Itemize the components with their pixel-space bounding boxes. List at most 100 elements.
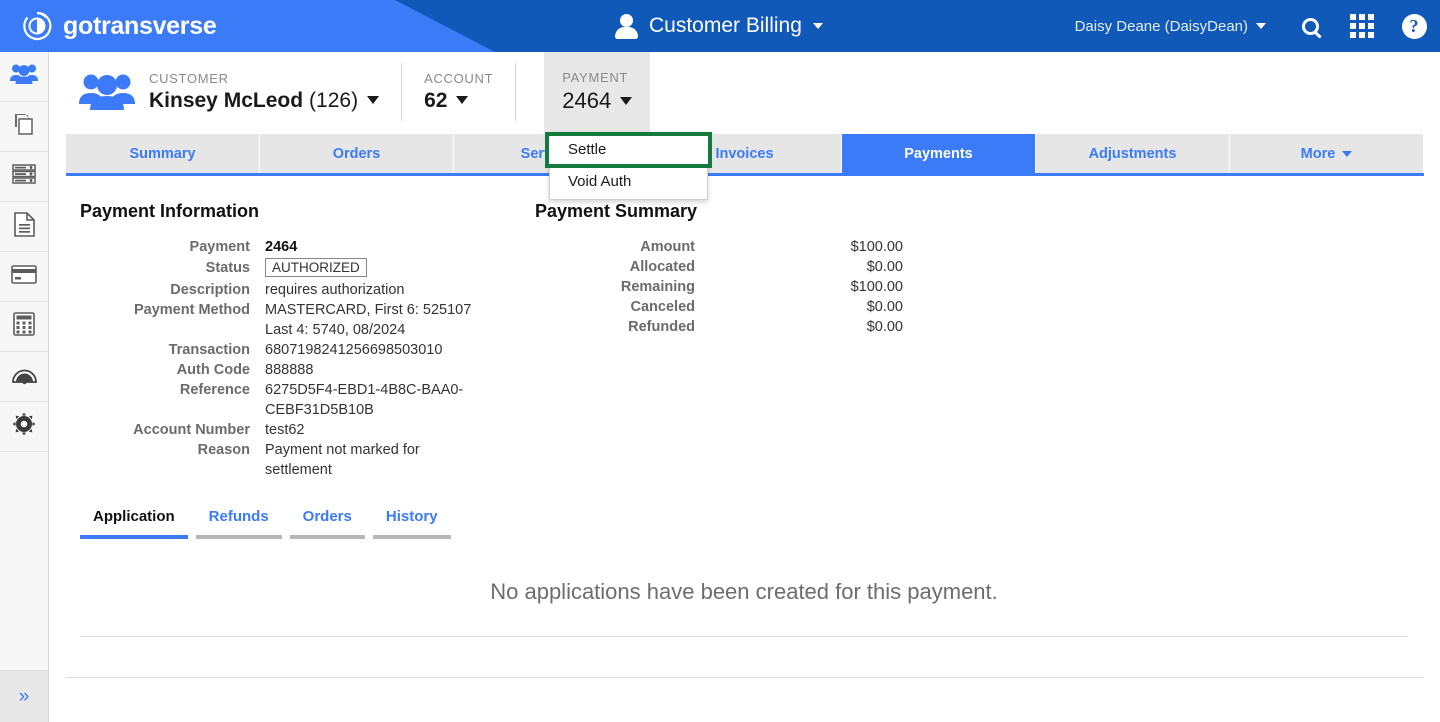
info-label: Payment Method [133,302,250,318]
info-label: Reference [179,382,250,398]
info-value: MASTERCARD, First 6: 525107 [265,302,472,318]
content-bottom-divider [66,677,1424,678]
menu-item-label: Void Auth [568,173,632,190]
summary-value: $100.00 [850,279,903,295]
sidebar-item-services[interactable] [0,152,48,202]
breadcrumb: CUSTOMER Kinsey McLeod (126) ACCOUNT 62 … [49,52,1440,132]
breadcrumb-customer-name: Kinsey McLeod [149,89,304,112]
tab-orders[interactable]: Orders [260,134,454,173]
inner-tab-label: Application [93,508,175,525]
info-label: Transaction [168,342,250,358]
info-row-status: Status AUTHORIZED [80,258,535,278]
info-row-auth-code: Auth Code 888888 [80,360,535,380]
payment-actions-menu: Settle Void Auth [545,132,712,200]
tab-payments[interactable]: Payments [842,134,1036,173]
info-row-transaction: Transaction 6807198241256698503010 [80,340,535,360]
help-circle-icon: ? [1401,13,1427,39]
chevron-down-icon [1342,150,1353,157]
inner-tab-application[interactable]: Application [80,508,188,539]
breadcrumb-account-value: 62 [424,89,448,112]
document-icon [13,211,35,242]
inner-tab-label: Refunds [208,508,269,525]
tab-label: Payments [904,145,973,162]
sidebar-item-billing[interactable] [0,302,48,352]
summary-row-remaining: Remaining $100.00 [535,277,1005,297]
status-badge: AUTHORIZED [265,258,367,277]
summary-label: Amount [640,239,695,255]
help-button[interactable]: ? [1388,0,1440,52]
inner-tab-orders[interactable]: Orders [289,508,365,539]
info-value: 888888 [265,362,314,378]
double-chevron-right-icon: » [18,685,30,707]
breadcrumb-payment-value: 2464 [562,88,612,113]
app-title-menu[interactable]: Customer Billing [615,0,823,52]
payment-information-title: Payment Information [80,201,260,221]
tab-summary[interactable]: Summary [66,134,260,173]
chevron-down-icon [620,97,633,105]
search-icon [1301,17,1319,35]
info-value: requires authorization [265,282,405,298]
tab-label: Orders [332,145,381,162]
user-name-label: Daisy Deane (DaisyDean) [1074,17,1248,35]
info-label: Description [170,282,250,298]
info-value: Payment not marked for [265,442,420,458]
server-list-icon [12,164,36,189]
tab-label: More [1300,145,1336,162]
copy-documents-icon [12,112,36,141]
tab-label: Adjustments [1088,145,1177,162]
info-label: Payment [189,239,250,255]
customers-icon [10,63,38,90]
info-value: 6807198241256698503010 [265,342,443,358]
info-row-payment: Payment 2464 [80,237,535,257]
top-header-bar: gotransverse Customer Billing Daisy Dean… [0,0,1440,52]
breadcrumb-customer-label: CUSTOMER [149,71,229,86]
main-content: Payment Information Payment 2464 Status … [49,179,1440,722]
menu-item-settle[interactable]: Settle [545,132,712,168]
tab-label: Summary [129,145,196,162]
user-menu[interactable]: Daisy Deane (DaisyDean) [1075,18,1266,35]
search-button[interactable] [1284,0,1336,52]
info-row-payment-method: Payment Method MASTERCARD, First 6: 5251… [80,300,535,340]
people-group-icon [79,72,135,112]
sidebar-item-payments[interactable] [0,252,48,302]
gotransverse-logo-icon [22,11,52,41]
breadcrumb-payment[interactable]: PAYMENT 2464 [544,52,651,132]
sidebar-item-settings[interactable] [0,402,48,452]
breadcrumb-divider [515,63,517,121]
sidebar-item-invoices[interactable] [0,202,48,252]
sidebar-item-documents[interactable] [0,102,48,152]
empty-state-message: No applications have been created for th… [490,579,998,604]
dashboard-gauge-icon [11,364,37,390]
sidebar-expand-button[interactable]: » [0,670,48,722]
sidebar-item-reports[interactable] [0,352,48,402]
breadcrumb-customer[interactable]: CUSTOMER Kinsey McLeod (126) [49,52,380,132]
calculator-icon [13,312,35,341]
apps-button[interactable] [1336,0,1388,52]
inner-tab-label: History [385,508,438,525]
info-value: 2464 [265,239,298,255]
breadcrumb-account-label: ACCOUNT [424,71,494,86]
payment-detail-tabs: Application Refunds Orders History [80,508,451,539]
inner-tab-history[interactable]: History [372,508,451,539]
info-row-account-number: Account Number test62 [80,420,535,440]
summary-value: $0.00 [866,259,903,275]
tab-adjustments[interactable]: Adjustments [1036,134,1230,173]
menu-item-label: Settle [568,141,607,158]
breadcrumb-account[interactable]: ACCOUNT 62 [424,52,493,132]
info-row-description: Description requires authorization [80,280,535,300]
inner-tab-refunds[interactable]: Refunds [195,508,282,539]
gear-settings-icon [12,412,36,441]
brand-logo[interactable]: gotransverse [22,0,217,52]
menu-item-void-auth[interactable]: Void Auth [550,168,707,195]
breadcrumb-divider [401,63,403,121]
sidebar-item-customers[interactable] [0,52,48,102]
summary-label: Allocated [629,259,695,275]
info-label: Account Number [133,422,250,438]
apps-grid-icon [1350,14,1374,38]
info-value: 6275D5F4-EBD1-4B8C-BAA0- [265,382,464,398]
tab-more[interactable]: More [1230,134,1424,173]
main-tabs: Summary Orders Services Invoices Payment… [66,134,1424,176]
inner-tab-label: Orders [302,508,352,525]
summary-label: Canceled [630,299,695,315]
summary-row-amount: Amount $100.00 [535,237,1005,257]
